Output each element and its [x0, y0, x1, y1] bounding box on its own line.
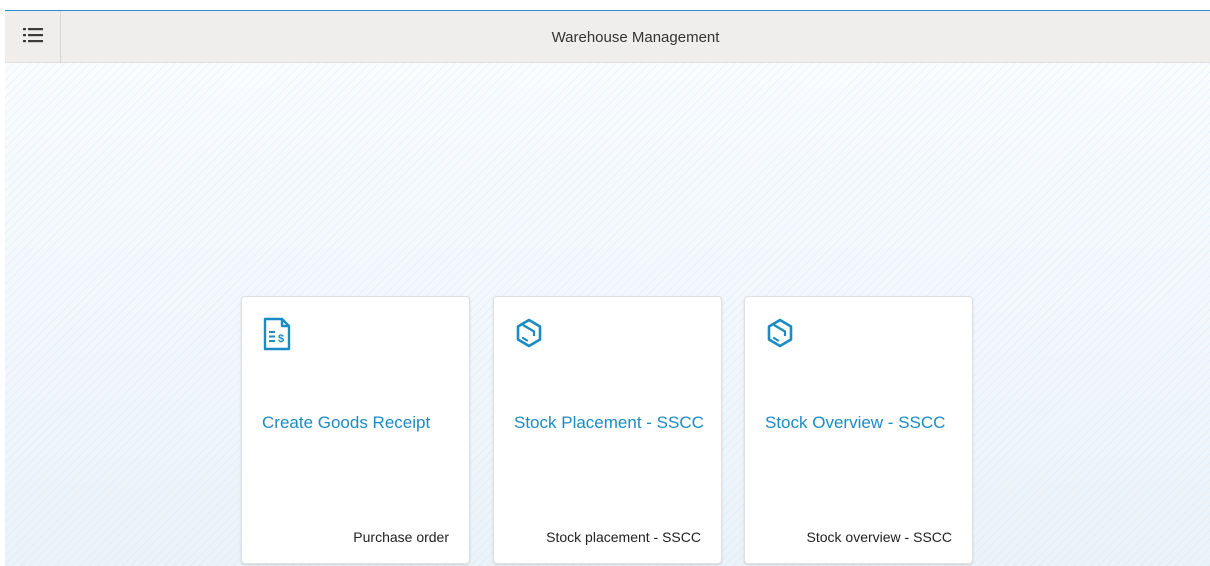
tile-footer: Stock overview - SSCC — [806, 529, 952, 545]
tile-stock-overview-sscc[interactable]: Stock Overview - SSCC Stock overview - S… — [744, 296, 973, 564]
launchpad-content: $ Create Goods Receipt Purchase order St… — [5, 63, 1210, 566]
tile-title: Create Goods Receipt — [262, 413, 431, 432]
list-menu-icon — [22, 27, 43, 48]
shell-title: Warehouse Management — [551, 28, 720, 46]
package-box-icon — [514, 317, 544, 351]
tile-create-goods-receipt[interactable]: $ Create Goods Receipt Purchase order — [241, 296, 470, 564]
invoice-document-icon: $ — [262, 317, 292, 351]
menu-button[interactable] — [5, 11, 61, 63]
tile-footer: Stock placement - SSCC — [546, 529, 701, 545]
tile-title: Stock Overview - SSCC — [765, 413, 946, 432]
svg-text:$: $ — [278, 333, 284, 345]
tile-title: Stock Placement - SSCC — [514, 413, 704, 432]
tile-footer: Purchase order — [353, 529, 449, 545]
shell-header: Warehouse Management — [5, 10, 1210, 63]
tile-stock-placement-sscc[interactable]: Stock Placement - SSCC Stock placement -… — [493, 296, 722, 564]
package-box-icon — [765, 317, 795, 351]
